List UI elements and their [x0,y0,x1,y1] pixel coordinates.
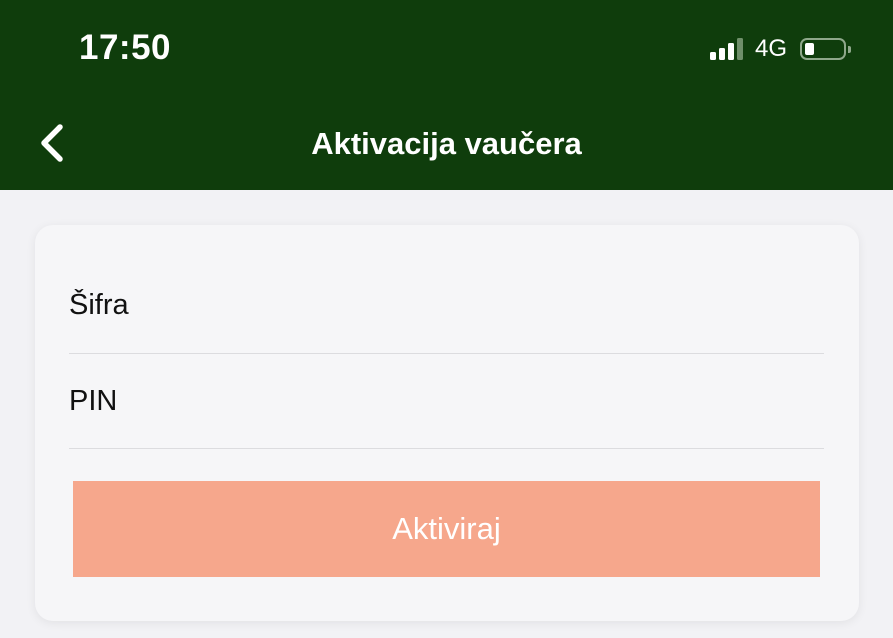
status-time: 17:50 [79,28,172,67]
status-indicators: 4G [709,32,851,66]
code-input[interactable] [69,258,824,353]
signal-icon [709,38,743,60]
page-title: Aktivacija vaučera [311,126,582,161]
voucher-form-card: Aktiviraj [35,225,859,621]
battery-icon [800,38,851,60]
activate-button[interactable]: Aktiviraj [73,481,820,577]
code-field [69,258,824,354]
pin-field [69,354,824,449]
pin-input[interactable] [69,354,824,448]
network-type: 4G [754,35,787,62]
app-header: 17:50 4G Aktivacija vaučera [0,0,893,190]
